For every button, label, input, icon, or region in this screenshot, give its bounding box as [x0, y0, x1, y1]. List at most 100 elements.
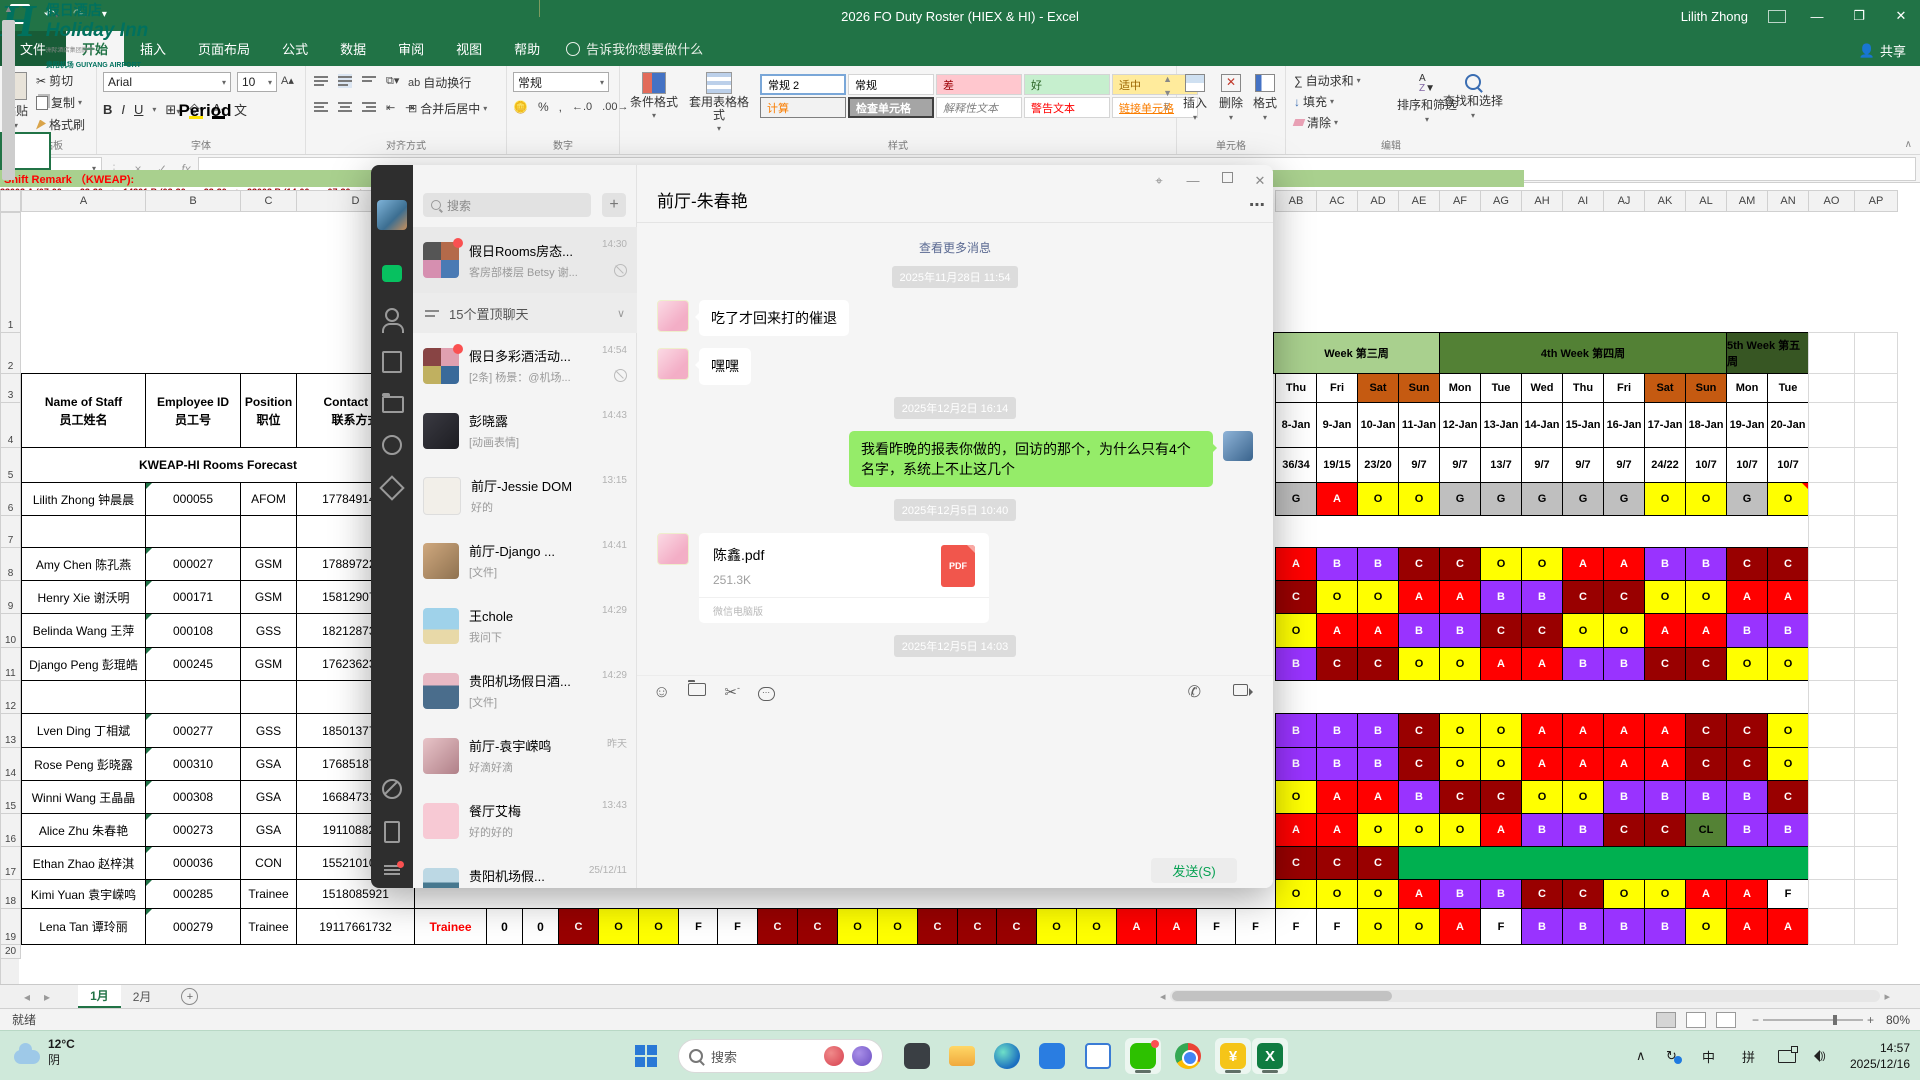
roster-cell[interactable]: O [1357, 813, 1399, 847]
forecast-title[interactable]: KWEAP-HI Rooms Forecast [21, 447, 415, 483]
roster-cell[interactable]: O [1076, 908, 1117, 945]
chats-icon[interactable] [382, 265, 402, 285]
column-header[interactable]: AK [1644, 190, 1686, 212]
staff-cell[interactable]: GSS [240, 613, 297, 648]
roster-cell[interactable]: A [1685, 613, 1727, 648]
roster-cell[interactable]: A [1316, 482, 1358, 516]
roster-cell[interactable]: O [598, 908, 639, 945]
forecast-cell[interactable]: 19/15 [1316, 447, 1358, 483]
roster-cell[interactable]: G [1275, 482, 1317, 516]
roster-cell[interactable]: A [1644, 747, 1686, 781]
staff-cell[interactable]: 19117661732 [296, 908, 415, 945]
empty-cell[interactable] [1854, 447, 1898, 483]
mini-program-icon[interactable] [382, 477, 402, 497]
view-more-messages[interactable]: 查看更多消息 [657, 239, 1253, 256]
roster-cell[interactable]: F [678, 908, 719, 945]
row-header[interactable]: 20 [0, 944, 21, 959]
roster-cell[interactable]: B [1521, 580, 1563, 614]
row-header[interactable]: 1 [0, 212, 21, 333]
chat-list-item[interactable]: 彭晓露[动画表情]14:43 [413, 398, 637, 463]
staff-cell[interactable]: 000308 [145, 780, 241, 814]
row-header[interactable]: 5 [0, 447, 21, 483]
staff-cell[interactable]: GSM [240, 647, 297, 681]
column-header[interactable]: AP [1854, 190, 1898, 212]
roster-cell[interactable]: O [1357, 482, 1399, 516]
empty-cell[interactable] [1808, 515, 1855, 548]
staff-cell[interactable] [145, 515, 241, 548]
roster-cell[interactable]: B [1562, 647, 1604, 681]
roster-cell[interactable]: F [1480, 908, 1522, 945]
roster-cell[interactable]: C [1316, 647, 1358, 681]
conversation-menu-icon[interactable]: ⋯ [1249, 195, 1265, 215]
day-header-cell[interactable]: Thu [1275, 373, 1317, 403]
roster-cell[interactable]: B [1275, 713, 1317, 748]
roster-cell[interactable]: O [1398, 482, 1440, 516]
staff-cell[interactable]: GSA [240, 780, 297, 814]
roster-cell[interactable]: O [1521, 780, 1563, 814]
roster-cell[interactable]: C [1685, 747, 1727, 781]
staff-cell[interactable]: 000279 [145, 908, 241, 945]
roster-cell[interactable]: O [1603, 879, 1645, 909]
forecast-cell[interactable]: 36/34 [1275, 447, 1317, 483]
message-avatar[interactable] [657, 300, 689, 332]
send-button[interactable]: 发送(S) [1151, 858, 1237, 883]
roster-cell[interactable]: B [1357, 713, 1399, 748]
empty-cell[interactable] [1808, 908, 1855, 945]
roster-cell[interactable]: A [1726, 879, 1768, 909]
row-header[interactable]: 14 [0, 747, 21, 781]
roster-cell[interactable]: G [1439, 482, 1481, 516]
roster-cell[interactable]: A [1644, 613, 1686, 648]
date-cell[interactable]: 16-Jan [1603, 402, 1645, 448]
app-chrome-icon[interactable] [1170, 1038, 1206, 1074]
app-wechat-icon[interactable] [1125, 1038, 1161, 1074]
roster-cell[interactable]: A [1726, 580, 1768, 614]
roster-cell[interactable]: B [1357, 747, 1399, 781]
ime-lang-indicator[interactable]: 中 [1702, 1031, 1715, 1080]
roster-cell[interactable]: B [1316, 547, 1358, 581]
column-header[interactable]: AM [1726, 190, 1768, 212]
roster-cell[interactable]: O [1767, 647, 1809, 681]
app-excel-icon[interactable]: X [1252, 1038, 1288, 1074]
sheet-prev-icon[interactable]: ◂ [24, 990, 30, 1004]
roster-cell[interactable]: A [1316, 613, 1358, 648]
roster-cell[interactable]: A [1521, 747, 1563, 781]
forecast-cell[interactable]: 9/7 [1521, 447, 1563, 483]
roster-cell[interactable]: C [1398, 713, 1440, 748]
roster-cell[interactable]: F [1196, 908, 1237, 945]
staff-cell[interactable] [240, 515, 297, 548]
roster-cell[interactable]: B [1562, 908, 1604, 945]
roster-cell[interactable]: O [1439, 813, 1481, 847]
menu-icon[interactable] [382, 861, 402, 881]
roster-cell[interactable]: B [1398, 780, 1440, 814]
roster-cell[interactable]: C [1275, 580, 1317, 614]
sheet-tab-feb[interactable]: 2月 [121, 985, 164, 1008]
roster-cell[interactable]: A [1521, 647, 1563, 681]
roster-cell[interactable]: B [1644, 908, 1686, 945]
staff-cell[interactable]: 000027 [145, 547, 241, 581]
roster-cell[interactable]: B [1644, 780, 1686, 814]
roster-cell[interactable]: A [1480, 647, 1522, 681]
roster-cell[interactable]: B [1439, 613, 1481, 648]
wechat-search-input[interactable]: 搜索 [423, 193, 591, 217]
roster-cell[interactable]: G [1480, 482, 1522, 516]
taskbar-clock[interactable]: 14:57 2025/12/16 [1850, 1040, 1910, 1072]
staff-cell[interactable]: 000108 [145, 613, 241, 648]
start-button[interactable] [628, 1038, 664, 1074]
roster-cell[interactable]: C [957, 908, 998, 945]
roster-cell[interactable]: G [1521, 482, 1563, 516]
staff-cell[interactable]: Trainee [240, 908, 297, 945]
roster-cell[interactable]: A [1357, 780, 1399, 814]
empty-cell[interactable] [1808, 713, 1855, 748]
row-header[interactable]: 3 [0, 373, 21, 403]
new-sheet-icon[interactable]: + [181, 988, 198, 1005]
roster-cell[interactable]: C [1767, 547, 1809, 581]
app-portrait-icon[interactable] [899, 1038, 935, 1074]
row-header[interactable]: 11 [0, 647, 21, 681]
roster-cell[interactable]: O [1316, 580, 1358, 614]
roster-cell[interactable]: CL [1685, 813, 1727, 847]
date-cell[interactable]: 15-Jan [1562, 402, 1604, 448]
staff-cell[interactable] [21, 515, 146, 548]
roster-cell[interactable]: B [1480, 580, 1522, 614]
roster-cell[interactable]: A [1357, 613, 1399, 648]
row-header[interactable]: 16 [0, 813, 21, 847]
